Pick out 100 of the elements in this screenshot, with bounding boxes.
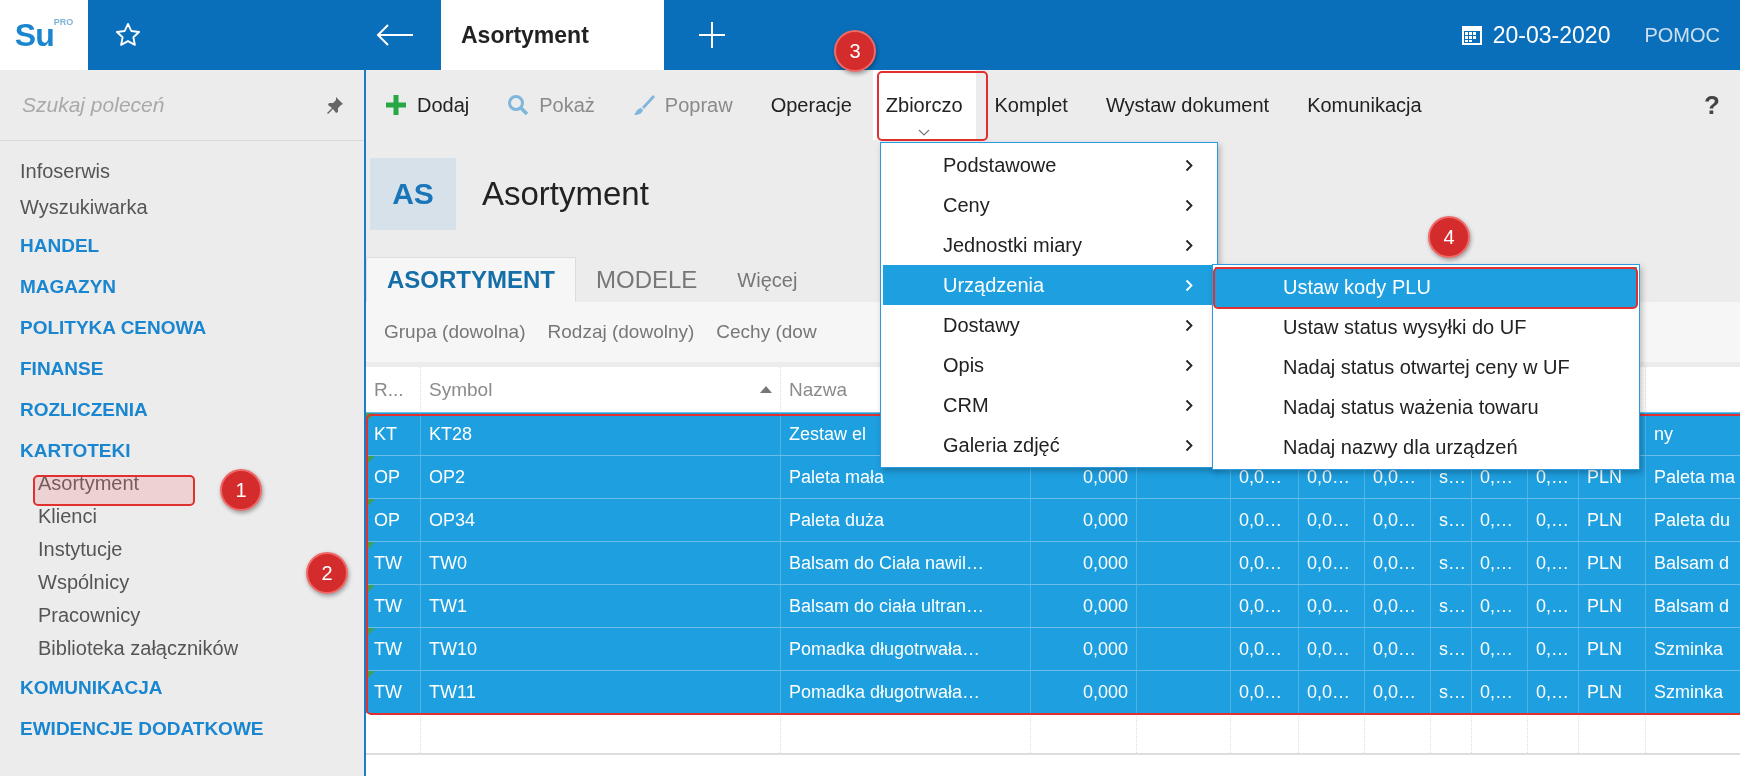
filter-dropdown[interactable]: Grupa (dowolna) bbox=[384, 321, 526, 343]
table-cell: 0,0… bbox=[1373, 552, 1417, 574]
help-button[interactable]: ? bbox=[1684, 70, 1740, 140]
sidebar-item[interactable]: Klienci bbox=[38, 500, 97, 533]
pin-icon[interactable] bbox=[326, 96, 344, 114]
help-link[interactable]: POMOC bbox=[1644, 23, 1720, 47]
corner-marker-icon bbox=[366, 671, 375, 680]
toolbar-button[interactable]: Operacje bbox=[761, 70, 861, 140]
star-icon[interactable] bbox=[114, 21, 142, 49]
search-field[interactable]: Szukaj poleceń bbox=[20, 92, 326, 118]
table-cell: TW bbox=[374, 595, 402, 617]
page-title: Asortyment bbox=[482, 175, 649, 213]
table-cell: TW10 bbox=[429, 638, 477, 660]
menu-item[interactable]: Ceny bbox=[883, 185, 1215, 225]
chevron-right-icon bbox=[1185, 278, 1193, 292]
sidebar-section[interactable]: ROZLICZENIA bbox=[20, 389, 364, 430]
menu-item[interactable]: Ustaw status wysyłki do UF bbox=[1215, 307, 1637, 347]
tab[interactable]: Więcej bbox=[717, 258, 818, 302]
table-cell: PLN bbox=[1587, 638, 1622, 660]
table-cell: Balsam do ciała ultran… bbox=[789, 595, 985, 617]
table-cell: 0,0… bbox=[1373, 595, 1417, 617]
table-cell: 0,0… bbox=[1373, 681, 1417, 703]
sidebar-section[interactable]: HANDEL bbox=[20, 225, 364, 266]
table-cell: Pomadka długotrwała… bbox=[789, 681, 981, 703]
chevron-right-icon bbox=[1185, 238, 1193, 252]
table-cell: 0,000 bbox=[1082, 638, 1128, 660]
sidebar-section[interactable]: EWIDENCJE DODATKOWE bbox=[20, 708, 364, 749]
date-text[interactable]: 20-03-2020 bbox=[1492, 21, 1611, 49]
calendar-icon[interactable] bbox=[1460, 24, 1483, 46]
table-cell: 0,… bbox=[1480, 509, 1513, 531]
table-cell: 0,… bbox=[1536, 552, 1569, 574]
table-row[interactable]: TW TW10 Pomadka długotrwała… 0,000 0,0… 0,0… 0,0… s… 0,… 0,… PLN Szminka bbox=[366, 627, 1740, 670]
table-cell: 0,0… bbox=[1373, 638, 1417, 660]
table-cell: Paleta mała bbox=[789, 466, 885, 488]
corner-marker-icon bbox=[366, 456, 375, 465]
table-cell: TW bbox=[374, 552, 402, 574]
sidebar-section[interactable]: FINANSE bbox=[20, 348, 364, 389]
filter-dropdown[interactable]: Cechy (dow bbox=[716, 321, 817, 343]
sidebar-section[interactable]: KOMUNIKACJA bbox=[20, 667, 364, 708]
table-cell: PLN bbox=[1587, 681, 1622, 703]
menu-item[interactable]: Dostawy bbox=[883, 305, 1215, 345]
table-cell: Pomadka długotrwała… bbox=[789, 638, 981, 660]
toolbar-button[interactable]: Dodaj bbox=[376, 70, 479, 140]
table-cell: ny bbox=[1654, 423, 1673, 445]
table-cell: s… bbox=[1439, 552, 1466, 574]
sidebar-item[interactable]: Wspólnicy bbox=[38, 566, 130, 599]
sidebar-section[interactable]: MAGAZYN bbox=[20, 266, 364, 307]
menu-item[interactable]: Jednostki miary bbox=[883, 225, 1215, 265]
sidebar-item[interactable]: Biblioteka załączników bbox=[38, 632, 239, 665]
sidebar-item[interactable]: Infoserwis bbox=[20, 153, 364, 189]
table-row[interactable]: TW TW1 Balsam do ciała ultran… 0,000 0,0… 0,0… 0,0… s… 0,… 0,… PLN Balsam d bbox=[366, 584, 1740, 627]
app-tab[interactable]: Asortyment bbox=[441, 0, 664, 70]
plus-icon[interactable] bbox=[697, 20, 727, 50]
module-badge: AS bbox=[370, 158, 456, 230]
table-cell: 0,0… bbox=[1307, 552, 1351, 574]
search-icon bbox=[507, 94, 530, 116]
sidebar-item[interactable]: Pracownicy bbox=[38, 599, 141, 632]
corner-marker-icon bbox=[366, 499, 375, 508]
sidebar-item[interactable]: Instytucje bbox=[38, 533, 123, 566]
table-cell: 0,0… bbox=[1239, 552, 1283, 574]
table-cell: TW0 bbox=[429, 552, 467, 574]
corner-marker-icon bbox=[366, 413, 375, 422]
table-cell: TW1 bbox=[429, 595, 467, 617]
table-row[interactable]: OP OP34 Paleta duża 0,000 0,0… 0,0… 0,0… s… 0,… 0,… PLN Paleta du bbox=[366, 498, 1740, 541]
logo-superscript: PRO bbox=[53, 17, 74, 27]
table-cell: 0,… bbox=[1480, 595, 1513, 617]
table-cell: Zestaw el bbox=[789, 423, 867, 445]
tab[interactable]: MODELE bbox=[576, 258, 718, 302]
table-cell: KT28 bbox=[429, 423, 473, 445]
table-cell: 0,0… bbox=[1239, 681, 1283, 703]
corner-marker-icon bbox=[366, 542, 375, 551]
filter-dropdown[interactable]: Rodzaj (dowolny) bbox=[547, 321, 695, 343]
table-cell: s… bbox=[1439, 466, 1466, 488]
table-cell: 0,0… bbox=[1307, 595, 1351, 617]
toolbar-button[interactable]: Komunikacja bbox=[1298, 70, 1431, 140]
toolbar-button[interactable]: Komplet bbox=[985, 70, 1077, 140]
menu-item[interactable]: Opis bbox=[883, 345, 1215, 385]
tab[interactable]: ASORTYMENT bbox=[366, 257, 576, 302]
corner-marker-icon bbox=[366, 628, 375, 637]
back-arrow-icon[interactable] bbox=[375, 23, 415, 47]
chevron-right-icon bbox=[1185, 358, 1193, 372]
menu-item[interactable]: Nadaj status ważenia towaru bbox=[1215, 387, 1637, 427]
table-cell: Paleta duża bbox=[789, 509, 885, 531]
table-cell: Balsam d bbox=[1654, 552, 1730, 574]
sidebar-item[interactable]: Wyszukiwarka bbox=[20, 189, 364, 225]
table-cell: 0,… bbox=[1536, 595, 1569, 617]
menu-item[interactable]: Nadaj status otwartej ceny w UF bbox=[1215, 347, 1637, 387]
menu-item[interactable]: Urządzenia bbox=[883, 265, 1215, 305]
table-cell: Balsam d bbox=[1654, 595, 1730, 617]
toolbar-button[interactable]: Wystaw dokument bbox=[1096, 70, 1279, 140]
table-row[interactable]: TW TW11 Pomadka długotrwała… 0,000 0,0… 0,0… 0,0… s… 0,… 0,… PLN Szminka bbox=[366, 670, 1740, 713]
toolbar-button[interactable]: Zbiorczo bbox=[872, 70, 976, 140]
sidebar-section[interactable]: POLITYKA CENOWA bbox=[20, 307, 364, 348]
table-cell: Paleta du bbox=[1654, 509, 1731, 531]
table-cell: Balsam do Ciała nawil… bbox=[789, 552, 985, 574]
table-row[interactable]: TW TW0 Balsam do Ciała nawil… 0,000 0,0… 0,0… 0,0… s… 0,… 0,… PLN Balsam d bbox=[366, 541, 1740, 584]
table-cell: 0,0… bbox=[1307, 638, 1351, 660]
table-cell: 0,0… bbox=[1373, 466, 1417, 488]
menu-item[interactable]: Podstawowe bbox=[883, 145, 1215, 185]
menu-item[interactable]: CRM bbox=[883, 385, 1215, 425]
